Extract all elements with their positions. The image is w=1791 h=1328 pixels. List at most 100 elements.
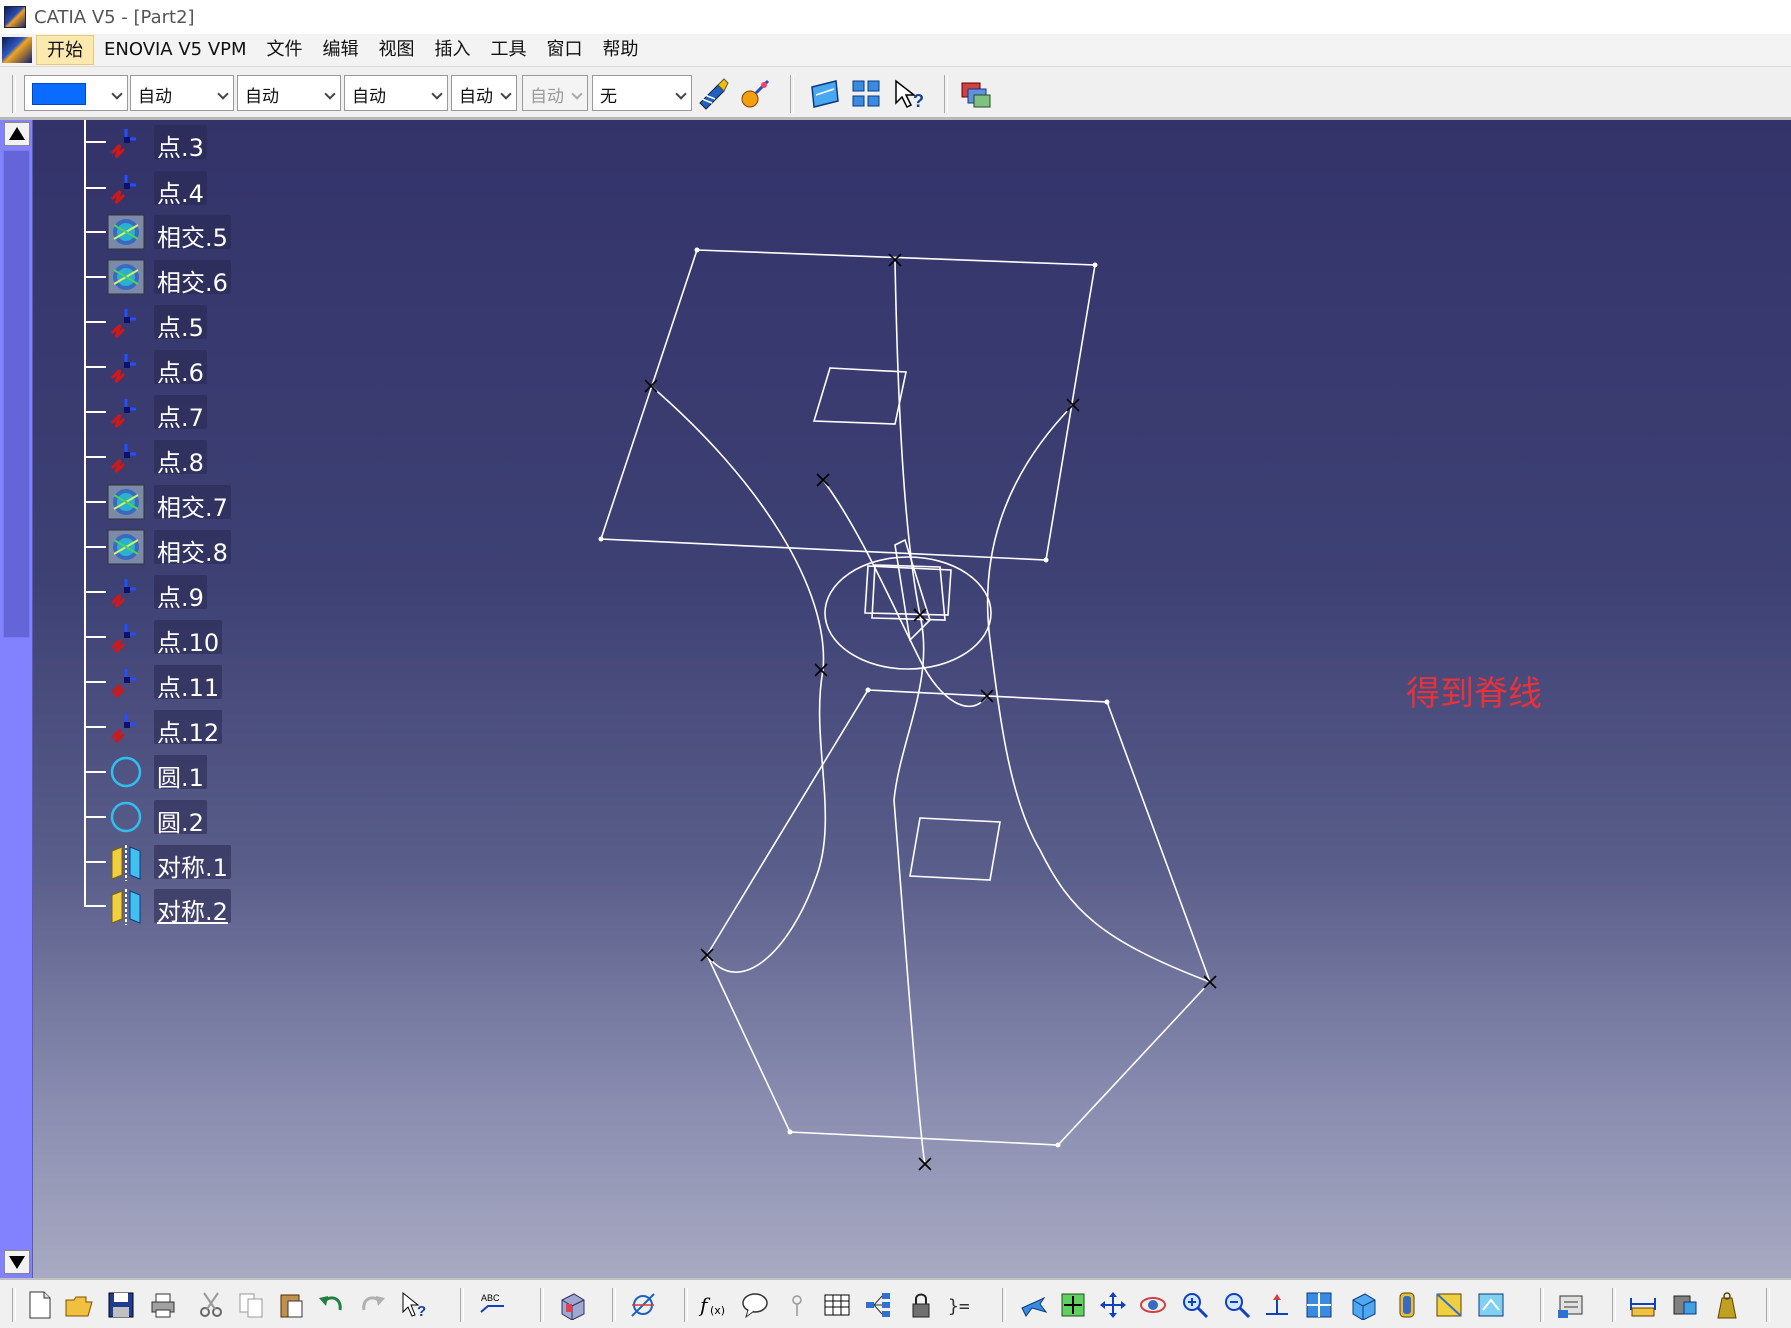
point-icon[interactable] bbox=[106, 708, 146, 746]
point-icon[interactable] bbox=[106, 573, 146, 611]
toolbar-grip[interactable] bbox=[460, 1288, 464, 1322]
menu-tools[interactable]: 工具 bbox=[481, 35, 537, 65]
tree-item-label[interactable]: 点.12 bbox=[154, 710, 223, 747]
toolbar-grip[interactable] bbox=[1612, 1288, 1616, 1322]
tree-item-label[interactable]: 对称.1 bbox=[154, 845, 231, 882]
comment-icon[interactable] bbox=[740, 1290, 770, 1320]
tree-item[interactable]: 圆.2 bbox=[84, 795, 284, 839]
toolbar-grip[interactable] bbox=[790, 75, 794, 113]
tree-reorder-icon[interactable] bbox=[864, 1290, 894, 1320]
hide-show-icon[interactable] bbox=[1434, 1290, 1464, 1320]
tree-item[interactable]: 圆.1 bbox=[84, 750, 284, 794]
tree-item[interactable]: 相交.6 bbox=[84, 255, 284, 299]
tree-item-label[interactable]: 点.8 bbox=[154, 440, 207, 477]
tree-item[interactable]: 点.5 bbox=[84, 300, 284, 344]
toolbar-grip[interactable] bbox=[1002, 1288, 1006, 1322]
cut-icon[interactable] bbox=[196, 1290, 226, 1320]
multi-document-icon[interactable] bbox=[960, 77, 994, 111]
point-icon[interactable] bbox=[106, 438, 146, 476]
menu-view[interactable]: 视图 bbox=[369, 35, 425, 65]
magic-wand-icon[interactable] bbox=[738, 77, 772, 111]
paste-icon[interactable] bbox=[276, 1290, 306, 1320]
intersection-icon[interactable] bbox=[106, 528, 146, 566]
point-icon[interactable] bbox=[106, 393, 146, 431]
tree-item[interactable]: 对称.1 bbox=[84, 840, 284, 884]
tree-item[interactable]: 点.11 bbox=[84, 660, 284, 704]
menu-window[interactable]: 窗口 bbox=[537, 35, 593, 65]
point-icon[interactable] bbox=[106, 169, 146, 207]
tree-item[interactable]: 相交.5 bbox=[84, 210, 284, 254]
toolbar-grip[interactable] bbox=[684, 1288, 688, 1322]
iso-view-icon[interactable] bbox=[1348, 1290, 1378, 1320]
lock-icon[interactable] bbox=[906, 1290, 936, 1320]
linetype-combo[interactable]: 自动 bbox=[344, 75, 448, 111]
toolbar-grip[interactable] bbox=[1766, 1288, 1770, 1322]
zoom-out-icon[interactable] bbox=[1222, 1290, 1252, 1320]
formula-icon[interactable]: f (x) bbox=[698, 1290, 728, 1320]
point-symbol-combo[interactable]: 自动 bbox=[451, 75, 517, 111]
toolbar-grip[interactable] bbox=[944, 75, 948, 113]
sketch-tracker-icon[interactable] bbox=[628, 1290, 658, 1320]
new-document-icon[interactable] bbox=[24, 1290, 54, 1320]
measure-item-icon[interactable] bbox=[1670, 1290, 1700, 1320]
3d-viewport[interactable]: 点.3 点.4 相交.5 相交.6 点.5 点.6 点.7 点.8 相交.7 相交.8 点.9 点.1… bbox=[0, 120, 1791, 1278]
linewidth-combo[interactable]: 自动 bbox=[237, 75, 341, 111]
toolbar-grip[interactable] bbox=[540, 1288, 544, 1322]
symmetry-icon[interactable] bbox=[106, 887, 146, 925]
hanger-icon[interactable] bbox=[782, 1290, 812, 1320]
circle-icon[interactable] bbox=[106, 753, 146, 791]
tree-item-label[interactable]: 相交.5 bbox=[154, 215, 231, 252]
tree-item[interactable]: 对称.2 bbox=[84, 884, 284, 928]
multi-view-icon[interactable] bbox=[1304, 1290, 1334, 1320]
color-combo[interactable] bbox=[24, 75, 128, 111]
scroll-down-button[interactable] bbox=[4, 1250, 30, 1274]
rotate-icon[interactable] bbox=[1138, 1290, 1168, 1320]
tree-item-label[interactable]: 点.7 bbox=[154, 395, 207, 432]
tree-item-label[interactable]: 点.11 bbox=[154, 665, 223, 702]
shaded-view-icon[interactable] bbox=[556, 1290, 586, 1320]
array-icon[interactable] bbox=[850, 77, 884, 111]
tree-item-label[interactable]: 点.3 bbox=[154, 125, 207, 162]
tree-item[interactable]: 相交.7 bbox=[84, 480, 284, 524]
tree-item-label[interactable]: 圆.2 bbox=[154, 800, 207, 837]
intersection-icon[interactable] bbox=[106, 483, 146, 521]
what-is-this-icon[interactable]: ? bbox=[892, 77, 926, 111]
tree-item-label[interactable]: 相交.6 bbox=[154, 260, 231, 297]
catalog-icon[interactable] bbox=[1556, 1290, 1586, 1320]
tree-item-label[interactable]: 相交.7 bbox=[154, 485, 231, 522]
normal-view-icon[interactable] bbox=[1262, 1290, 1292, 1320]
menu-file[interactable]: 文件 bbox=[257, 35, 313, 65]
catia-compass-icon[interactable] bbox=[2, 37, 32, 63]
menu-edit[interactable]: 编辑 bbox=[313, 35, 369, 65]
whats-this-icon[interactable]: ? bbox=[400, 1290, 430, 1320]
tree-item-label[interactable]: 点.6 bbox=[154, 350, 207, 387]
intersection-icon[interactable] bbox=[106, 258, 146, 296]
toolbar-grip[interactable] bbox=[612, 1288, 616, 1322]
toolbar-grip[interactable] bbox=[12, 1288, 16, 1322]
circle-icon[interactable] bbox=[106, 798, 146, 836]
print-icon[interactable] bbox=[148, 1290, 178, 1320]
layer-combo[interactable]: 无 bbox=[592, 75, 692, 111]
spell-check-icon[interactable]: ABC bbox=[476, 1290, 506, 1320]
point-icon[interactable] bbox=[106, 618, 146, 656]
save-icon[interactable] bbox=[106, 1290, 136, 1320]
point-icon[interactable] bbox=[106, 348, 146, 386]
point-icon[interactable] bbox=[106, 303, 146, 341]
transparency-combo[interactable]: 自动 bbox=[130, 75, 234, 111]
shading-icon[interactable] bbox=[1392, 1290, 1422, 1320]
tree-item-label[interactable]: 相交.8 bbox=[154, 530, 231, 567]
tree-item-label[interactable]: 点.4 bbox=[154, 171, 207, 208]
point-icon[interactable] bbox=[106, 123, 146, 161]
painter-brush-icon[interactable] bbox=[696, 77, 730, 111]
toolbar-grip[interactable] bbox=[1540, 1288, 1544, 1322]
tree-item[interactable]: 点.6 bbox=[84, 345, 284, 389]
symmetry-icon[interactable] bbox=[106, 843, 146, 881]
zoom-in-icon[interactable] bbox=[1180, 1290, 1210, 1320]
tree-item[interactable]: 点.9 bbox=[84, 570, 284, 614]
script-icon[interactable]: }= bbox=[946, 1290, 976, 1320]
tree-item[interactable]: 点.12 bbox=[84, 705, 284, 749]
tree-item-label[interactable]: 点.9 bbox=[154, 575, 207, 612]
undo-icon[interactable] bbox=[316, 1290, 346, 1320]
menu-help[interactable]: 帮助 bbox=[593, 35, 649, 65]
redo-icon[interactable] bbox=[358, 1290, 388, 1320]
